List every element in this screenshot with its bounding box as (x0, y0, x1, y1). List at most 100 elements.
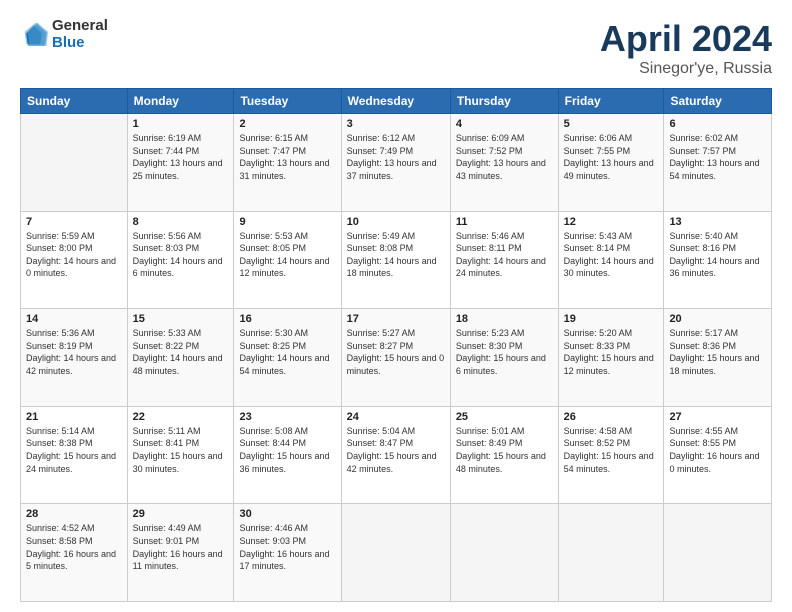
day-detail: Sunrise: 5:33 AMSunset: 8:22 PMDaylight:… (133, 328, 223, 376)
day-detail: Sunrise: 5:43 AMSunset: 8:14 PMDaylight:… (564, 231, 654, 279)
day-detail: Sunrise: 5:53 AMSunset: 8:05 PMDaylight:… (239, 231, 329, 279)
header-tuesday: Tuesday (234, 89, 341, 114)
day-detail: Sunrise: 5:56 AMSunset: 8:03 PMDaylight:… (133, 231, 223, 279)
calendar-location: Sinegor'ye, Russia (600, 60, 772, 78)
day-detail: Sunrise: 4:58 AMSunset: 8:52 PMDaylight:… (564, 426, 654, 474)
day-detail: Sunrise: 5:14 AMSunset: 8:38 PMDaylight:… (26, 426, 116, 474)
header-saturday: Saturday (664, 89, 772, 114)
day-detail: Sunrise: 5:46 AMSunset: 8:11 PMDaylight:… (456, 231, 546, 279)
calendar-day-cell: 16 Sunrise: 5:30 AMSunset: 8:25 PMDaylig… (234, 309, 341, 407)
header-wednesday: Wednesday (341, 89, 450, 114)
day-detail: Sunrise: 6:09 AMSunset: 7:52 PMDaylight:… (456, 133, 546, 181)
day-number: 14 (26, 313, 122, 325)
day-number: 29 (133, 508, 229, 520)
title-block: April 2024 Sinegor'ye, Russia (600, 18, 772, 78)
calendar-day-cell: 6 Sunrise: 6:02 AMSunset: 7:57 PMDayligh… (664, 114, 772, 212)
calendar-day-cell: 23 Sunrise: 5:08 AMSunset: 8:44 PMDaylig… (234, 406, 341, 504)
calendar-day-cell: 8 Sunrise: 5:56 AMSunset: 8:03 PMDayligh… (127, 211, 234, 309)
header-friday: Friday (558, 89, 664, 114)
calendar-day-cell: 19 Sunrise: 5:20 AMSunset: 8:33 PMDaylig… (558, 309, 664, 407)
calendar-day-cell: 11 Sunrise: 5:46 AMSunset: 8:11 PMDaylig… (450, 211, 558, 309)
calendar-day-cell: 26 Sunrise: 4:58 AMSunset: 8:52 PMDaylig… (558, 406, 664, 504)
calendar-day-cell: 24 Sunrise: 5:04 AMSunset: 8:47 PMDaylig… (341, 406, 450, 504)
day-detail: Sunrise: 5:30 AMSunset: 8:25 PMDaylight:… (239, 328, 329, 376)
calendar-day-cell: 14 Sunrise: 5:36 AMSunset: 8:19 PMDaylig… (21, 309, 128, 407)
calendar-day-cell: 2 Sunrise: 6:15 AMSunset: 7:47 PMDayligh… (234, 114, 341, 212)
logo-blue-text: Blue (52, 35, 108, 52)
calendar-day-cell: 28 Sunrise: 4:52 AMSunset: 8:58 PMDaylig… (21, 504, 128, 602)
day-number: 24 (347, 411, 445, 423)
day-number: 9 (239, 216, 335, 228)
day-number: 21 (26, 411, 122, 423)
logo-general-text: General (52, 18, 108, 35)
calendar-day-cell (558, 504, 664, 602)
day-number: 27 (669, 411, 766, 423)
calendar-day-cell: 10 Sunrise: 5:49 AMSunset: 8:08 PMDaylig… (341, 211, 450, 309)
logo-icon (20, 21, 48, 49)
day-detail: Sunrise: 4:49 AMSunset: 9:01 PMDaylight:… (133, 523, 223, 571)
calendar-title: April 2024 (600, 18, 772, 60)
calendar-day-cell (664, 504, 772, 602)
logo: General Blue (20, 18, 108, 51)
calendar-day-cell: 15 Sunrise: 5:33 AMSunset: 8:22 PMDaylig… (127, 309, 234, 407)
header-thursday: Thursday (450, 89, 558, 114)
calendar-day-cell: 5 Sunrise: 6:06 AMSunset: 7:55 PMDayligh… (558, 114, 664, 212)
calendar-day-cell: 13 Sunrise: 5:40 AMSunset: 8:16 PMDaylig… (664, 211, 772, 309)
day-number: 22 (133, 411, 229, 423)
day-detail: Sunrise: 4:46 AMSunset: 9:03 PMDaylight:… (239, 523, 329, 571)
day-detail: Sunrise: 5:04 AMSunset: 8:47 PMDaylight:… (347, 426, 437, 474)
day-detail: Sunrise: 5:11 AMSunset: 8:41 PMDaylight:… (133, 426, 223, 474)
day-number: 26 (564, 411, 659, 423)
calendar-week-row: 7 Sunrise: 5:59 AMSunset: 8:00 PMDayligh… (21, 211, 772, 309)
day-detail: Sunrise: 5:01 AMSunset: 8:49 PMDaylight:… (456, 426, 546, 474)
day-number: 8 (133, 216, 229, 228)
calendar-day-cell (21, 114, 128, 212)
calendar-week-row: 21 Sunrise: 5:14 AMSunset: 8:38 PMDaylig… (21, 406, 772, 504)
calendar-day-cell: 12 Sunrise: 5:43 AMSunset: 8:14 PMDaylig… (558, 211, 664, 309)
day-number: 20 (669, 313, 766, 325)
header-sunday: Sunday (21, 89, 128, 114)
day-detail: Sunrise: 4:52 AMSunset: 8:58 PMDaylight:… (26, 523, 116, 571)
calendar-day-cell: 25 Sunrise: 5:01 AMSunset: 8:49 PMDaylig… (450, 406, 558, 504)
weekday-header-row: Sunday Monday Tuesday Wednesday Thursday… (21, 89, 772, 114)
calendar-day-cell: 22 Sunrise: 5:11 AMSunset: 8:41 PMDaylig… (127, 406, 234, 504)
header: General Blue April 2024 Sinegor'ye, Russ… (20, 18, 772, 78)
day-number: 5 (564, 118, 659, 130)
day-detail: Sunrise: 5:20 AMSunset: 8:33 PMDaylight:… (564, 328, 654, 376)
day-number: 7 (26, 216, 122, 228)
day-number: 6 (669, 118, 766, 130)
day-number: 11 (456, 216, 553, 228)
day-number: 1 (133, 118, 229, 130)
calendar-day-cell: 4 Sunrise: 6:09 AMSunset: 7:52 PMDayligh… (450, 114, 558, 212)
day-detail: Sunrise: 5:49 AMSunset: 8:08 PMDaylight:… (347, 231, 437, 279)
calendar-day-cell: 9 Sunrise: 5:53 AMSunset: 8:05 PMDayligh… (234, 211, 341, 309)
day-detail: Sunrise: 6:02 AMSunset: 7:57 PMDaylight:… (669, 133, 759, 181)
day-number: 16 (239, 313, 335, 325)
calendar-week-row: 28 Sunrise: 4:52 AMSunset: 8:58 PMDaylig… (21, 504, 772, 602)
day-detail: Sunrise: 5:23 AMSunset: 8:30 PMDaylight:… (456, 328, 546, 376)
day-number: 13 (669, 216, 766, 228)
day-number: 19 (564, 313, 659, 325)
calendar-day-cell: 27 Sunrise: 4:55 AMSunset: 8:55 PMDaylig… (664, 406, 772, 504)
day-detail: Sunrise: 6:12 AMSunset: 7:49 PMDaylight:… (347, 133, 437, 181)
calendar-day-cell: 29 Sunrise: 4:49 AMSunset: 9:01 PMDaylig… (127, 504, 234, 602)
calendar-day-cell: 3 Sunrise: 6:12 AMSunset: 7:49 PMDayligh… (341, 114, 450, 212)
day-detail: Sunrise: 5:36 AMSunset: 8:19 PMDaylight:… (26, 328, 116, 376)
day-number: 28 (26, 508, 122, 520)
day-number: 2 (239, 118, 335, 130)
day-detail: Sunrise: 5:40 AMSunset: 8:16 PMDaylight:… (669, 231, 759, 279)
day-number: 18 (456, 313, 553, 325)
calendar-day-cell (450, 504, 558, 602)
calendar-day-cell: 7 Sunrise: 5:59 AMSunset: 8:00 PMDayligh… (21, 211, 128, 309)
day-number: 23 (239, 411, 335, 423)
day-number: 12 (564, 216, 659, 228)
day-number: 10 (347, 216, 445, 228)
day-detail: Sunrise: 5:27 AMSunset: 8:27 PMDaylight:… (347, 328, 445, 376)
day-detail: Sunrise: 5:08 AMSunset: 8:44 PMDaylight:… (239, 426, 329, 474)
day-number: 15 (133, 313, 229, 325)
day-number: 4 (456, 118, 553, 130)
day-detail: Sunrise: 6:06 AMSunset: 7:55 PMDaylight:… (564, 133, 654, 181)
day-number: 17 (347, 313, 445, 325)
calendar-day-cell (341, 504, 450, 602)
day-detail: Sunrise: 6:15 AMSunset: 7:47 PMDaylight:… (239, 133, 329, 181)
